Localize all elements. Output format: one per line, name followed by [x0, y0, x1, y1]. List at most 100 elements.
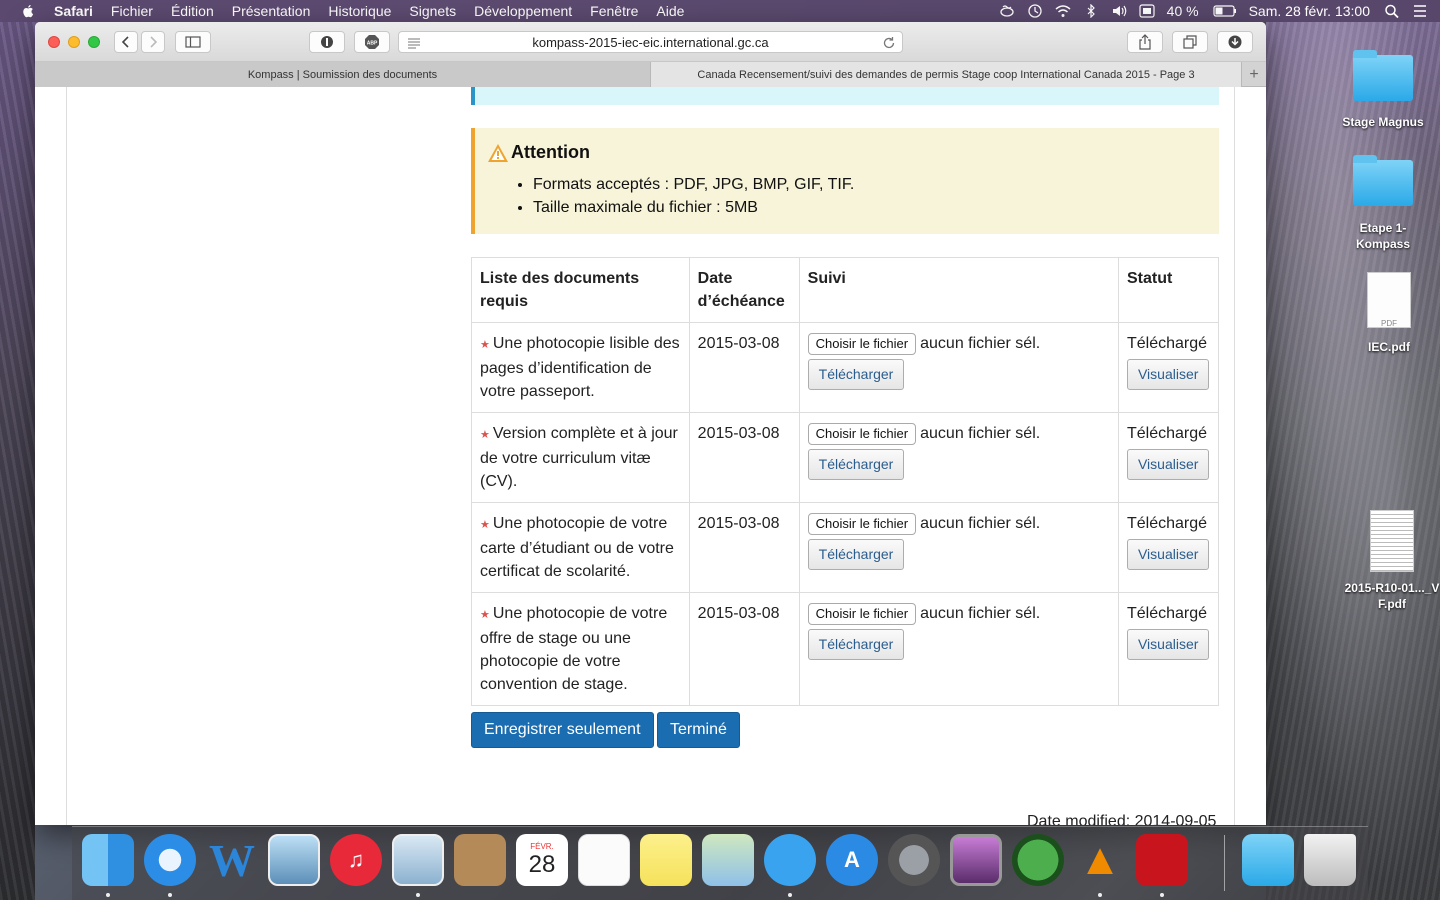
notes-icon[interactable] [640, 834, 692, 886]
ghost-icon [321, 36, 333, 48]
contacts-icon[interactable] [454, 834, 506, 886]
jdownloader-icon[interactable] [1012, 834, 1064, 886]
running-indicator [788, 893, 792, 897]
menu-aide[interactable]: Aide [656, 3, 684, 19]
new-tab-button[interactable]: + [1242, 62, 1266, 87]
mail-icon[interactable] [392, 834, 444, 886]
preview-icon[interactable] [268, 834, 320, 886]
minimize-window-button[interactable] [68, 36, 80, 48]
desktop-file-2015-r10[interactable]: 2015-R10-01..._VF.pdf [1344, 510, 1440, 612]
battery-percent: 40 % [1166, 3, 1199, 19]
menu-presentation[interactable]: Présentation [232, 3, 311, 19]
upload-button[interactable]: Télécharger [807, 539, 905, 571]
due-date: 2015-03-08 [688, 412, 800, 503]
apple-menu-icon[interactable] [20, 3, 36, 19]
photo-booth-icon[interactable] [950, 834, 1002, 886]
wifi-icon[interactable] [1055, 4, 1071, 18]
menu-safari[interactable]: Safari [54, 3, 93, 19]
share-button[interactable] [1127, 31, 1163, 53]
app-store-icon[interactable]: A [826, 834, 878, 886]
menu-edition[interactable]: Édition [171, 3, 214, 19]
vlc-icon[interactable]: ▲ [1074, 834, 1126, 886]
required-star-icon: ★ [480, 609, 490, 621]
choose-file-button[interactable]: Choisir le fichier [807, 332, 917, 355]
zoom-window-button[interactable] [88, 36, 100, 48]
keyboard-input-icon[interactable] [1139, 4, 1155, 18]
view-button[interactable]: Visualiser [1126, 539, 1210, 570]
reader-view-icon[interactable] [407, 37, 421, 49]
view-button[interactable]: Visualiser [1126, 449, 1210, 480]
view-button[interactable]: Visualiser [1126, 629, 1210, 660]
view-button[interactable]: Visualiser [1126, 359, 1210, 390]
reminders-icon[interactable] [578, 834, 630, 886]
adblock-extension-button[interactable]: ABP [354, 31, 390, 53]
desktop-file-iec-pdf[interactable]: PDF IEC.pdf [1344, 272, 1434, 354]
upload-button[interactable]: Télécharger [807, 629, 905, 661]
finder-icon[interactable] [82, 834, 134, 886]
ghostery-extension-button[interactable] [309, 31, 345, 53]
choose-file-button[interactable]: Choisir le fichier [807, 602, 917, 625]
sidebar-toggle-button[interactable] [175, 31, 211, 53]
menu-historique[interactable]: Historique [328, 3, 391, 19]
warning-alert-box: Attention Formats acceptés : PDF, JPG, B… [471, 128, 1219, 234]
itunes-icon[interactable]: ♫ [330, 834, 382, 886]
tracking-cell: Choisir le fichier aucun fichier sél. Tél… [798, 412, 1119, 503]
warning-icon [488, 143, 508, 162]
container-border-right [1234, 87, 1235, 825]
upload-button[interactable]: Télécharger [807, 359, 905, 391]
system-preferences-icon[interactable] [888, 834, 940, 886]
reload-icon[interactable] [882, 36, 896, 50]
menu-fichier[interactable]: Fichier [111, 3, 153, 19]
desktop-icon-label: Stage Magnus [1342, 115, 1424, 129]
desktop-folder-etape1-kompass[interactable]: Etape 1- Kompass [1338, 155, 1428, 252]
clock[interactable]: Sam. 28 févr. 13:00 [1249, 3, 1370, 19]
spotlight-search-icon[interactable] [1384, 4, 1400, 18]
no-file-selected-text: aucun fichier sél. [920, 605, 1041, 623]
menu-developpement[interactable]: Développement [474, 3, 572, 19]
tab-label: Canada Recensement/suivi des demandes de… [697, 68, 1195, 81]
notification-center-icon[interactable] [1412, 4, 1428, 18]
menu-fenetre[interactable]: Fenêtre [590, 3, 638, 19]
status-text: Téléchargé [1126, 605, 1208, 622]
choose-file-button[interactable]: Choisir le fichier [807, 422, 917, 445]
document-name: Une photocopie de votre offre de stage o… [480, 605, 668, 693]
document-name: Une photocopie lisible des pages d’ident… [480, 335, 680, 400]
share-icon [1139, 34, 1151, 50]
desktop-folder-stage-magnus[interactable]: Stage Magnus [1338, 50, 1428, 129]
acrobat-icon[interactable] [1136, 834, 1188, 886]
address-bar[interactable]: kompass-2015-iec-eic.international.gc.ca [398, 31, 903, 53]
sidebar-icon [185, 36, 201, 48]
volume-icon[interactable] [1111, 4, 1127, 18]
choose-file-button[interactable]: Choisir le fichier [807, 512, 917, 535]
tab-canada-recensement[interactable]: Canada Recensement/suivi des demandes de… [651, 62, 1242, 87]
tab-kompass[interactable]: Kompass | Soumission des documents [35, 62, 651, 87]
downloads-folder-icon[interactable] [1242, 834, 1294, 886]
status-cell: Téléchargé Visualiser [1117, 322, 1220, 413]
tab-overview-button[interactable] [1172, 31, 1208, 53]
close-window-button[interactable] [48, 36, 60, 48]
maps-icon[interactable] [702, 834, 754, 886]
word-icon[interactable]: W [206, 834, 258, 886]
forward-button[interactable] [141, 31, 165, 53]
calendar-icon[interactable]: FÉVR. 28 [516, 834, 568, 886]
no-file-selected-text: aucun fichier sél. [920, 515, 1041, 533]
downloads-button[interactable] [1217, 31, 1253, 53]
column-header-tracking: Suivi [798, 257, 1119, 323]
save-only-button[interactable]: Enregistrer seulement [471, 712, 654, 748]
status-text: Téléchargé [1126, 515, 1208, 532]
document-cell: ★ Version complète et à jour de votre cur… [471, 412, 690, 503]
safari-icon[interactable] [144, 834, 196, 886]
done-button[interactable]: Terminé [657, 712, 740, 748]
cup-icon[interactable] [999, 4, 1015, 18]
tracking-cell: Choisir le fichier aucun fichier sél. Tél… [798, 502, 1119, 593]
time-machine-icon[interactable] [1027, 4, 1043, 18]
bluetooth-icon[interactable] [1083, 4, 1099, 18]
messages-icon[interactable] [764, 834, 816, 886]
upload-button[interactable]: Télécharger [807, 449, 905, 481]
battery-icon[interactable] [1212, 4, 1237, 18]
safari-window: ABP kompass-2015-iec-eic.international.g… [35, 22, 1266, 825]
trash-icon[interactable] [1304, 834, 1356, 886]
document-cell: ★ Une photocopie lisible des pages d’iden… [471, 322, 690, 413]
menu-signets[interactable]: Signets [409, 3, 456, 19]
back-button[interactable] [114, 31, 138, 53]
